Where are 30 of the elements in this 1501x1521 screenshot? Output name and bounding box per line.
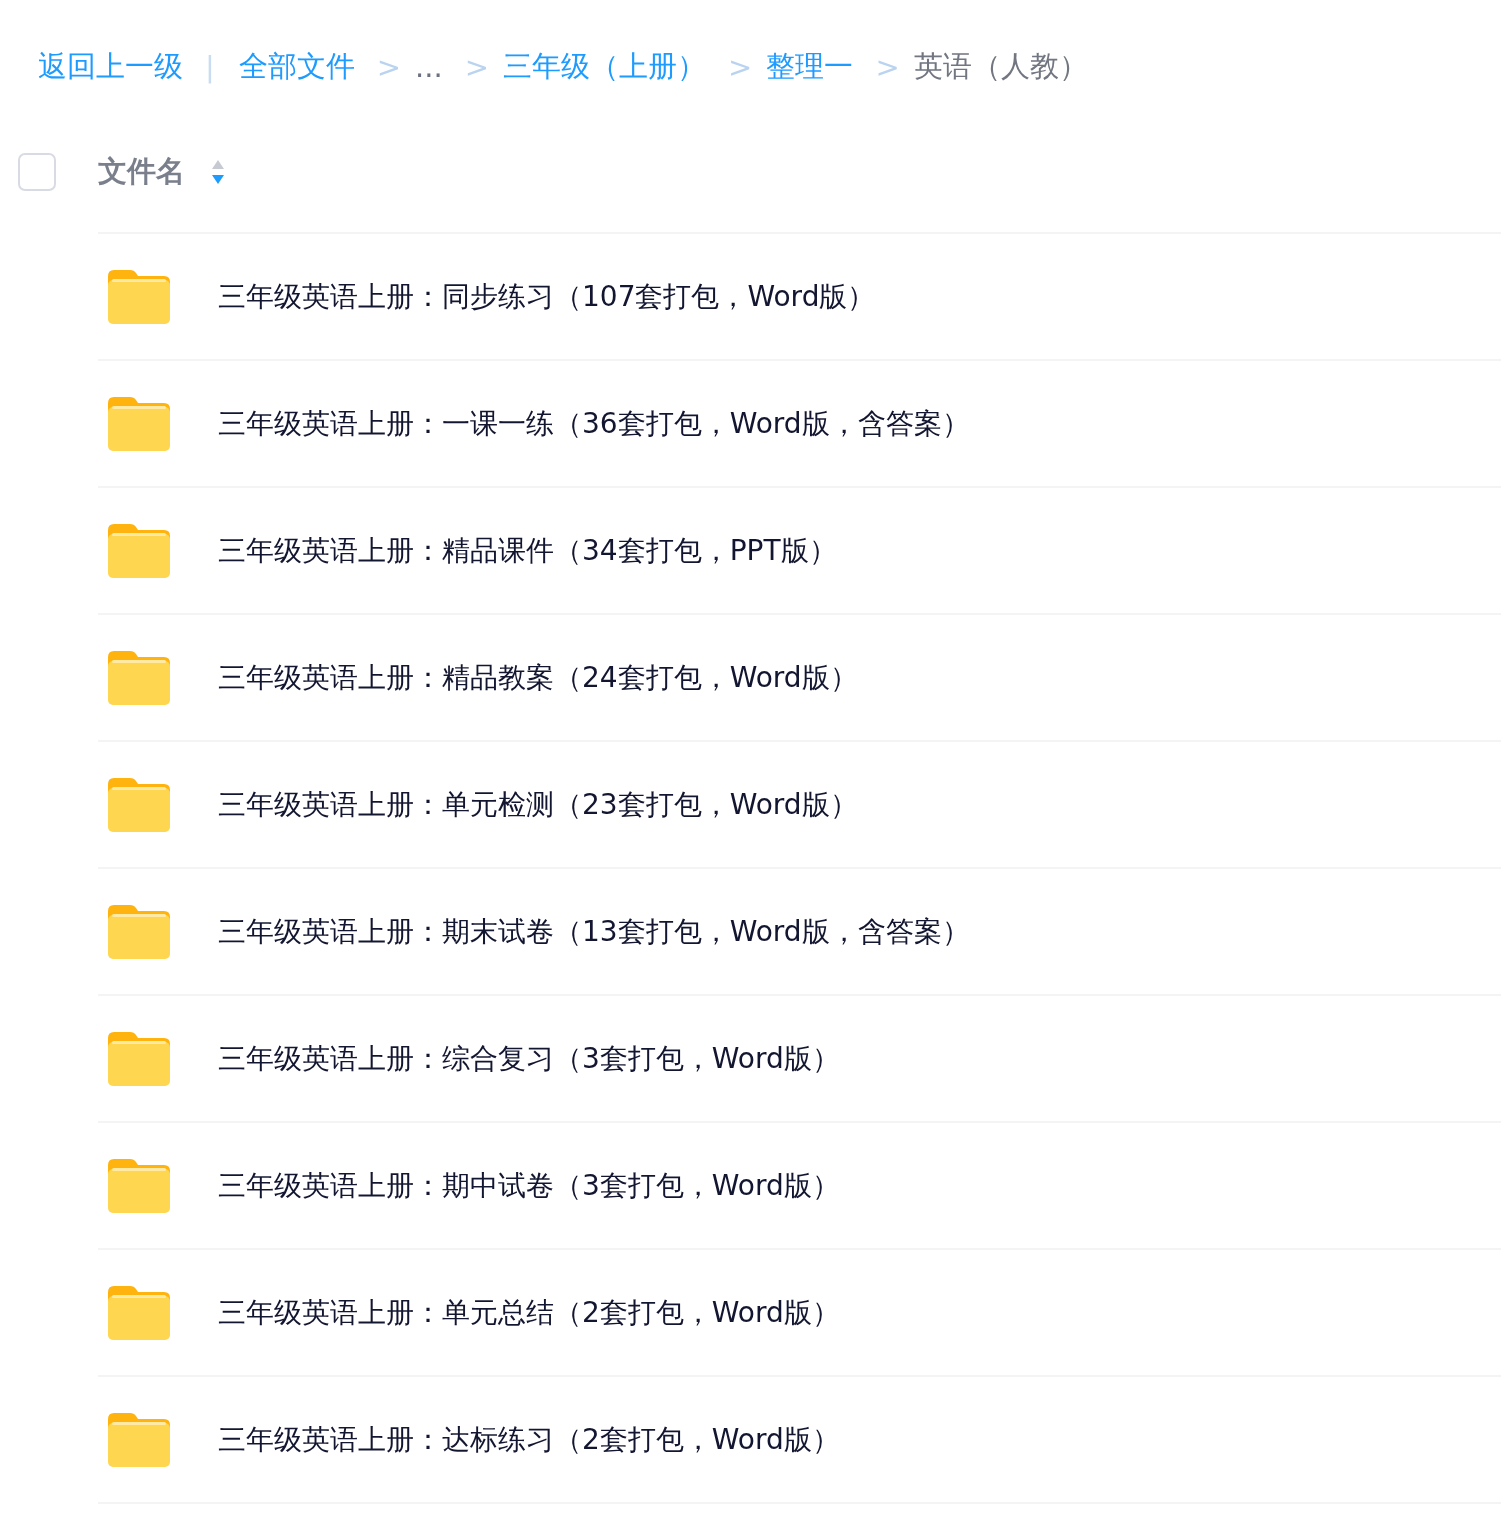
folder-icon <box>108 904 170 959</box>
folder-icon <box>108 1412 170 1467</box>
folder-icon <box>108 1158 170 1213</box>
folder-name[interactable]: 三年级英语上册：综合复习（3套打包，Word版） <box>218 1039 840 1078</box>
breadcrumb-separator: > <box>376 50 402 84</box>
column-header[interactable]: 文件名 <box>98 152 185 192</box>
breadcrumb-ellipsis[interactable]: ... <box>415 50 443 84</box>
folder-name[interactable]: 三年级英语上册：一课一练（36套打包，Word版，含答案） <box>218 404 970 443</box>
breadcrumb-divider: | <box>205 50 215 84</box>
folder-icon <box>108 269 170 324</box>
folder-name[interactable]: 三年级英语上册：精品课件（34套打包，PPT版） <box>218 531 837 570</box>
breadcrumb-separator: > <box>875 50 900 84</box>
breadcrumb-current[interactable]: 英语（人教） <box>913 47 1088 87</box>
folder-name[interactable]: 三年级英语上册：单元检测（23套打包，Word版） <box>218 785 858 824</box>
folder-name[interactable]: 三年级英语上册：达标练习（2套打包，Word版） <box>218 1420 840 1459</box>
breadcrumb-separator: > <box>464 50 490 84</box>
folder-name[interactable]: 三年级英语上册：同步练习（107套打包，Word版） <box>218 277 876 316</box>
folder-name[interactable]: 三年级英语上册：单元总结（2套打包，Word版） <box>218 1293 840 1332</box>
folder-icon <box>108 523 170 578</box>
folder-icon <box>108 1031 170 1086</box>
select-all-checkbox[interactable] <box>18 153 56 191</box>
sort-icon[interactable] <box>211 158 225 186</box>
folder-name[interactable]: 三年级英语上册：精品教案（24套打包，Word版） <box>218 658 858 697</box>
folder-icon <box>108 650 170 705</box>
folder-name[interactable]: 三年级英语上册：期中试卷（3套打包，Word版） <box>218 1166 840 1205</box>
folder-name[interactable]: 三年级英语上册：期末试卷（13套打包，Word版，含答案） <box>218 912 970 951</box>
folder-icon <box>108 1285 170 1340</box>
breadcrumb-separator: > <box>728 50 753 84</box>
folder-icon <box>108 777 170 832</box>
folder-icon <box>108 396 170 451</box>
